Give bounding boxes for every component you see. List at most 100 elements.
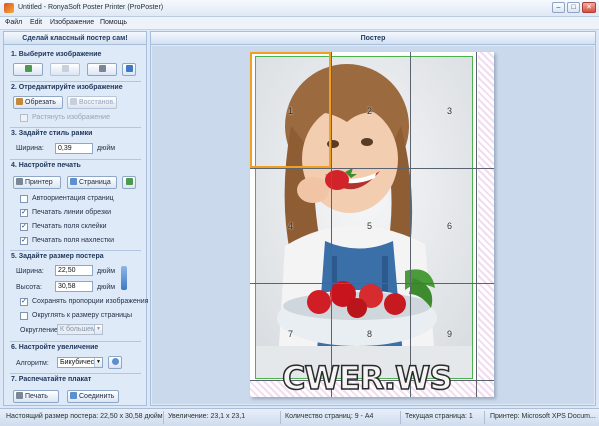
settings-panel-header: Сделай классный постер сам!	[4, 32, 146, 45]
tile-number[interactable]: 4	[288, 221, 293, 231]
status-zoom: Увеличение: 23,1 x 23,1	[168, 413, 246, 420]
poster-width-label: Ширина:	[16, 268, 44, 275]
section-select-image-title: 1. Выберите изображение	[11, 51, 102, 58]
printer-button[interactable]: Принтер	[13, 176, 61, 189]
clear-image-button[interactable]	[50, 63, 80, 76]
printer-button-label: Принтер	[25, 179, 53, 186]
overlap-fields-checkbox[interactable]: ✓	[20, 237, 28, 245]
tile-number[interactable]: 9	[447, 329, 452, 339]
aspect-link-toggle[interactable]	[121, 266, 127, 290]
divider	[10, 127, 141, 128]
menu-edit[interactable]: Edit	[30, 19, 42, 26]
poster-height-input[interactable]: 30,58	[55, 281, 93, 292]
printer-icon	[16, 392, 23, 399]
minimize-button[interactable]: –	[552, 2, 565, 13]
crop-button-label: Обрезать	[25, 99, 56, 106]
cut-lines-label: Печатать линии обрезки	[32, 209, 112, 216]
poster-panel: Постер 1 2 3 4 5 6 7 8 9 CWER.WS	[150, 31, 596, 406]
auto-orient-label: Автоориентация страниц	[32, 195, 114, 202]
frame-width-input[interactable]: 0,39	[55, 143, 93, 154]
divider	[10, 81, 141, 82]
divider	[10, 159, 141, 160]
printer-icon	[16, 178, 23, 185]
crop-icon	[16, 98, 23, 105]
menu-help[interactable]: Помощь	[100, 19, 127, 26]
cut-lines-checkbox[interactable]: ✓	[20, 209, 28, 217]
print-button[interactable]: Печать	[13, 390, 59, 403]
poster-height-label: Высота:	[16, 284, 42, 291]
zoom-preview-button[interactable]	[108, 356, 122, 369]
round-page-checkbox[interactable]	[20, 312, 28, 320]
status-separator	[280, 411, 281, 424]
join-button[interactable]: Соединить	[67, 390, 119, 403]
auto-orient-checkbox[interactable]	[20, 195, 28, 203]
blank-image-icon	[62, 65, 69, 72]
status-page-count: Количество страниц: 9 - A4	[285, 413, 374, 420]
poster-width-input[interactable]: 22,50	[55, 265, 93, 276]
poster-height-unit: дюйм	[97, 284, 116, 291]
status-separator	[163, 411, 164, 424]
divider	[10, 341, 141, 342]
restore-icon	[70, 98, 77, 105]
rounding-select[interactable]: К большем ▼	[57, 324, 103, 335]
section-poster-size-title: 5. Задайте размер постера	[11, 253, 104, 260]
section-frame-style-title: 3. Задайте стиль рамки	[11, 130, 93, 137]
print-button-label: Печать	[25, 393, 48, 400]
tile-number[interactable]: 2	[367, 106, 372, 116]
copy-image-button[interactable]	[122, 63, 136, 76]
algorithm-label: Алгоритм:	[16, 360, 49, 367]
rounding-select-value: К большем	[60, 326, 96, 333]
algorithm-select-value: Бикубичес	[60, 359, 95, 366]
copy-icon	[126, 65, 133, 72]
window-title: Untitled - RonyaSoft Poster Printer (Pro…	[18, 4, 164, 11]
page-preview-button[interactable]	[122, 176, 136, 189]
menu-file[interactable]: Файл	[5, 19, 22, 26]
tile-number[interactable]: 1	[288, 106, 293, 116]
keep-ratio-label: Сохранять пропорции изображения	[32, 298, 149, 305]
stretch-image-label: Растянуть изображение	[32, 114, 110, 121]
join-button-label: Соединить	[79, 393, 115, 400]
stretch-image-checkbox[interactable]	[20, 114, 28, 122]
frame-width-unit: дюйм	[97, 145, 116, 152]
settings-panel: Сделай классный постер сам! 1. Выберите …	[3, 31, 149, 406]
section-print-setup-title: 4. Настройте печать	[11, 162, 81, 169]
watermark-logo: CWER.WS	[281, 358, 453, 397]
status-poster-size: Настоящий размер постера: 22,50 x 30,58 …	[6, 413, 163, 420]
maximize-button[interactable]: □	[567, 2, 580, 13]
poster-canvas[interactable]: 1 2 3 4 5 6 7 8 9 CWER.WS	[152, 46, 594, 404]
tile-number[interactable]: 3	[447, 106, 452, 116]
page-setup-button-label: Страница	[79, 179, 111, 186]
crop-button[interactable]: Обрезать	[13, 96, 63, 109]
frame-width-label: Ширина:	[16, 145, 44, 152]
close-button[interactable]: ✕	[582, 2, 596, 13]
scanner-icon	[99, 65, 106, 72]
open-image-button[interactable]	[13, 63, 43, 76]
keep-ratio-checkbox[interactable]: ✓	[20, 298, 28, 306]
algorithm-select[interactable]: Бикубичес ▼	[57, 357, 103, 368]
menu-bar: Файл Edit Изображение Помощь	[0, 17, 599, 30]
chevron-down-icon: ▼	[94, 325, 102, 334]
chevron-down-icon: ▼	[94, 358, 102, 367]
preview-icon	[126, 178, 133, 185]
scan-image-button[interactable]	[87, 63, 117, 76]
glue-fields-checkbox[interactable]: ✓	[20, 223, 28, 231]
page-setup-button[interactable]: Страница	[67, 176, 117, 189]
cut-line	[331, 52, 332, 397]
round-page-label: Округлять к размеру страницы	[32, 312, 133, 319]
magnifier-icon	[112, 358, 119, 365]
cut-line	[410, 52, 411, 397]
divider	[10, 250, 141, 251]
menu-image[interactable]: Изображение	[50, 19, 94, 26]
restore-button[interactable]: Восстанов.	[67, 96, 117, 109]
tile-number[interactable]: 5	[367, 221, 372, 231]
title-bar: Untitled - RonyaSoft Poster Printer (Pro…	[0, 0, 599, 17]
page-icon	[70, 178, 77, 185]
tile-number[interactable]: 7	[288, 329, 293, 339]
cut-line	[250, 168, 494, 169]
tile-number[interactable]: 6	[447, 221, 452, 231]
app-icon	[4, 3, 14, 13]
tile-number[interactable]: 8	[367, 329, 372, 339]
poster-width-unit: дюйм	[97, 268, 116, 275]
overlap-area	[478, 52, 494, 397]
restore-button-label: Восстанов.	[79, 99, 116, 106]
